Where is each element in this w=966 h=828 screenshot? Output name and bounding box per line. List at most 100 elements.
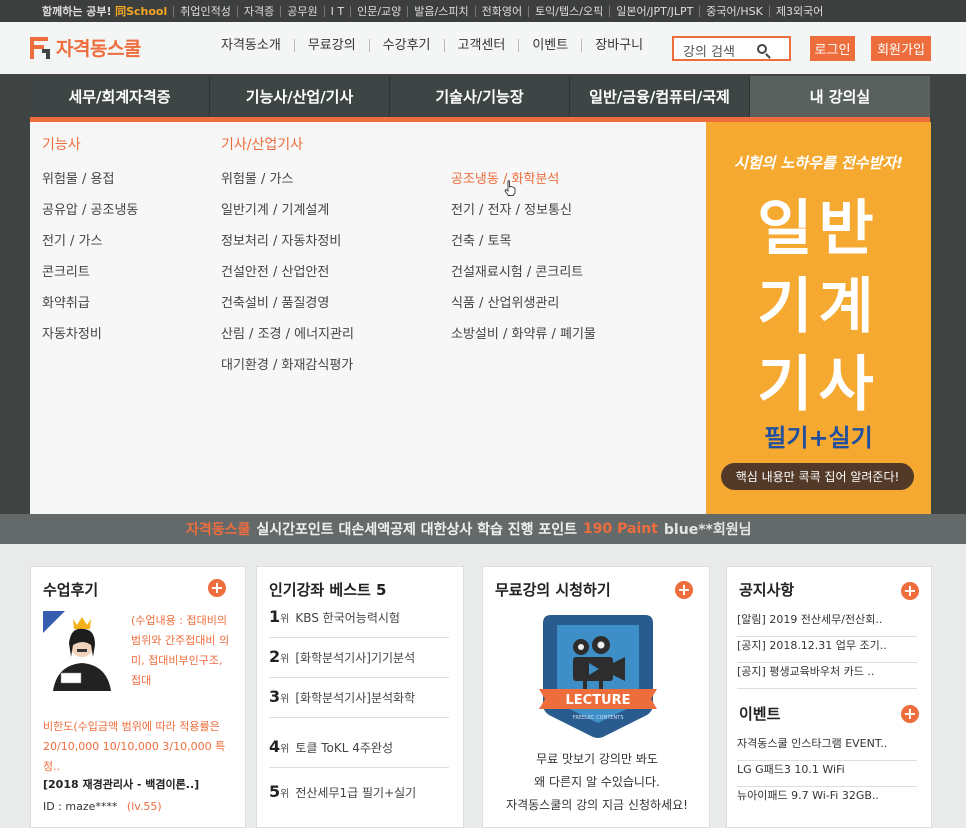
logo-icon — [30, 36, 52, 59]
promo-banner[interactable]: 시험의 노하우를 전수받자! 일반 기계 기사 필기+실기 핵심 내용만 콕콕 … — [706, 122, 931, 515]
category-tab[interactable]: 세무/회계자격증 — [30, 76, 210, 117]
mega-menu-panel: 기능사 위험물 / 용접 공유압 / 공조냉동 전기 / 가스 콘크리트 화약취… — [30, 122, 706, 514]
lecture-badge-icon[interactable]: LECTURE FREELEC CONTENTS — [539, 611, 657, 739]
login-button[interactable]: 로그인 — [810, 36, 855, 61]
event-title: 이벤트 — [739, 705, 781, 723]
menu-item[interactable]: 정보처리 / 자동차정비 — [221, 230, 341, 249]
review-title: 수업후기 — [43, 581, 99, 599]
menu-item[interactable]: 일반기계 / 기계설계 — [221, 199, 329, 218]
topbar-link[interactable]: 일본어/JPT/JLPT — [609, 5, 699, 17]
free-lecture-card: 무료강의 시청하기 + LECTURE FREELEC CONTENTS 무료 … — [482, 566, 710, 828]
best-item[interactable]: 2위 [화학분석기사]기기분석 — [269, 647, 449, 678]
topbar-link[interactable]: 전화영어 — [474, 5, 528, 17]
search-icon[interactable] — [757, 44, 767, 54]
best-name: 전산세무1급 필기+실기 — [295, 786, 417, 800]
my-classroom-tab[interactable]: 내 강의실 — [750, 76, 930, 117]
review-level: (lv.55) — [126, 800, 162, 813]
menu-item[interactable]: 전기 / 전자 / 정보통신 — [451, 199, 572, 218]
hand-cursor-icon — [504, 180, 516, 196]
badge-label: LECTURE — [565, 693, 630, 708]
menu-item[interactable]: 건설안전 / 산업안전 — [221, 261, 329, 280]
best-rank-suffix: 위 — [280, 654, 290, 665]
gnb-item[interactable]: 자격동소개 — [208, 39, 294, 52]
more-plus-icon[interactable]: + — [901, 705, 919, 723]
menu-item[interactable]: 식품 / 산업위생관리 — [451, 292, 559, 311]
more-plus-icon[interactable]: + — [901, 582, 919, 600]
review-snippet-cont[interactable]: 비한도(수입금액 범위에 따라 적용률은20/10,000 10/10,000 … — [43, 717, 238, 777]
topbar-link[interactable]: 공무원 — [280, 5, 323, 17]
best-rank-suffix: 위 — [280, 694, 290, 705]
menu-item[interactable]: 건축설비 / 품질경영 — [221, 292, 329, 311]
site-logo[interactable]: 자격동스쿨 — [30, 34, 141, 61]
best-rank: 3 — [269, 687, 281, 706]
topbar-brand: 同School — [115, 4, 168, 18]
menu-item[interactable]: 산림 / 조경 / 에너지관리 — [221, 323, 354, 342]
banner-subtitle: 필기+실기 — [764, 424, 873, 452]
ticker-brand: 자격동스쿨 — [186, 522, 251, 538]
topbar-link[interactable]: 발음/스피치 — [407, 5, 474, 17]
category-nav: 세무/회계자격증 기능사/산업/기사 기술사/기능장 일반/금융/컴퓨터/국제 … — [30, 76, 930, 117]
topbar-link[interactable]: 인문/교양 — [350, 5, 407, 17]
menu-item[interactable]: 전기 / 가스 — [42, 230, 103, 249]
logo-text: 자격동스쿨 — [56, 38, 141, 60]
review-avatar — [43, 611, 125, 691]
gnb-item[interactable]: 무료강의 — [293, 39, 369, 52]
menu-item[interactable]: 위험물 / 가스 — [221, 168, 293, 187]
best-item[interactable]: 4위 토클 ToKL 4주완성 — [269, 737, 449, 768]
menu-item[interactable]: 화약취급 — [42, 292, 90, 311]
menu-item[interactable]: 대기환경 / 화재감식평가 — [221, 354, 353, 373]
search-input[interactable]: 강의 검색 — [672, 36, 791, 61]
free-line: 자격동스쿨의 강의 지금 신청하세요! — [506, 798, 688, 812]
top-utility-bar: 함께하는 공부! 同School 취업인적성 자격증 공무원 I T 인문/교양… — [0, 0, 966, 22]
best-item[interactable]: 3위 [화학분석기사]분석화학 — [269, 687, 449, 718]
best-name: [화학분석기사]기기분석 — [295, 651, 416, 665]
notice-title: 공지사항 — [739, 581, 795, 599]
best-rank-suffix: 위 — [280, 614, 290, 625]
topbar-link[interactable]: 취업인적성 — [173, 5, 237, 17]
more-plus-icon[interactable]: + — [208, 579, 226, 597]
gnb-item[interactable]: 고객센터 — [443, 39, 519, 52]
event-item[interactable]: 뉴아이패드 9.7 Wi-Fi 32GB.. — [737, 787, 917, 813]
category-tab[interactable]: 기능사/산업/기사 — [210, 76, 390, 117]
gnb-item[interactable]: 수강후기 — [368, 39, 444, 52]
points-ticker: 자격동스쿨 실시간포인트 대손세액공제 대한상사 학습 진행 포인트 190 P… — [0, 514, 966, 544]
review-card: 수업후기 + (수업내용 : 접대비의 범위와 간주접대비 의미, 접대비부인구… — [30, 566, 246, 828]
join-button[interactable]: 회원가입 — [871, 36, 931, 61]
menu-item[interactable]: 공유압 / 공조냉동 — [42, 199, 138, 218]
topbar-link[interactable]: 자격증 — [236, 5, 280, 17]
menu-item[interactable]: 자동차정비 — [42, 323, 102, 342]
notice-item[interactable]: [공지] 2018.12.31 업무 조기.. — [737, 637, 917, 663]
best-rank: 5 — [269, 782, 281, 801]
category-tab[interactable]: 일반/금융/컴퓨터/국제 — [570, 76, 750, 117]
gnb-item[interactable]: 이벤트 — [518, 39, 581, 52]
best-name: KBS 한국어능력시험 — [295, 611, 400, 625]
topbar-link[interactable]: 토익/텝스/오픽 — [528, 5, 609, 17]
banner-headline: 시험의 노하우를 전수받자! — [733, 154, 904, 172]
site-header: 자격동스쿨 자격동소개 무료강의 수강후기 고객센터 이벤트 장바구니 강의 검… — [0, 22, 966, 74]
menu-item[interactable]: 건설재료시험 / 콘크리트 — [451, 261, 583, 280]
more-plus-icon[interactable]: + — [675, 581, 693, 599]
ticker-points: 190 Paint — [583, 521, 658, 537]
banner-title-1: 일반 — [757, 194, 880, 264]
notice-item[interactable]: [공지] 평생교육바우처 카드 .. — [737, 663, 917, 689]
event-item[interactable]: 자격동스쿨 인스타그램 EVENT.. — [737, 735, 917, 761]
topbar-link[interactable]: I T — [323, 5, 350, 17]
review-snippet[interactable]: (수업내용 : 접대비의 범위와 간주접대비 의미, 접대비부인구조, 접대 — [131, 611, 236, 691]
best-item[interactable]: 1위 KBS 한국어능력시험 — [269, 607, 449, 638]
menu-item[interactable]: 위험물 / 용접 — [42, 168, 114, 187]
category-tab[interactable]: 기술사/기능장 — [390, 76, 570, 117]
badge-sub: FREELEC CONTENTS — [572, 715, 623, 721]
topbar-link[interactable]: 중국어/HSK — [699, 5, 769, 17]
review-course[interactable]: [2018 재경관리사 - 백겸이론..] — [43, 776, 199, 792]
event-item[interactable]: LG G패드3 10.1 WiFi — [737, 761, 917, 787]
topbar-link[interactable]: 제3외국어 — [768, 5, 829, 17]
col2-title: 기사/산업기사 — [221, 137, 303, 153]
best-rank: 1 — [269, 607, 281, 626]
menu-item[interactable]: 건축 / 토목 — [451, 230, 512, 249]
gnb-item[interactable]: 장바구니 — [581, 39, 656, 52]
notice-item[interactable]: [알림] 2019 전산세무/전산회.. — [737, 611, 917, 637]
menu-item[interactable]: 소방설비 / 화약류 / 폐기물 — [451, 323, 596, 342]
menu-item[interactable]: 콘크리트 — [42, 261, 90, 280]
best-rank: 4 — [269, 737, 281, 756]
best-item[interactable]: 5위 전산세무1급 필기+실기 — [269, 782, 449, 813]
